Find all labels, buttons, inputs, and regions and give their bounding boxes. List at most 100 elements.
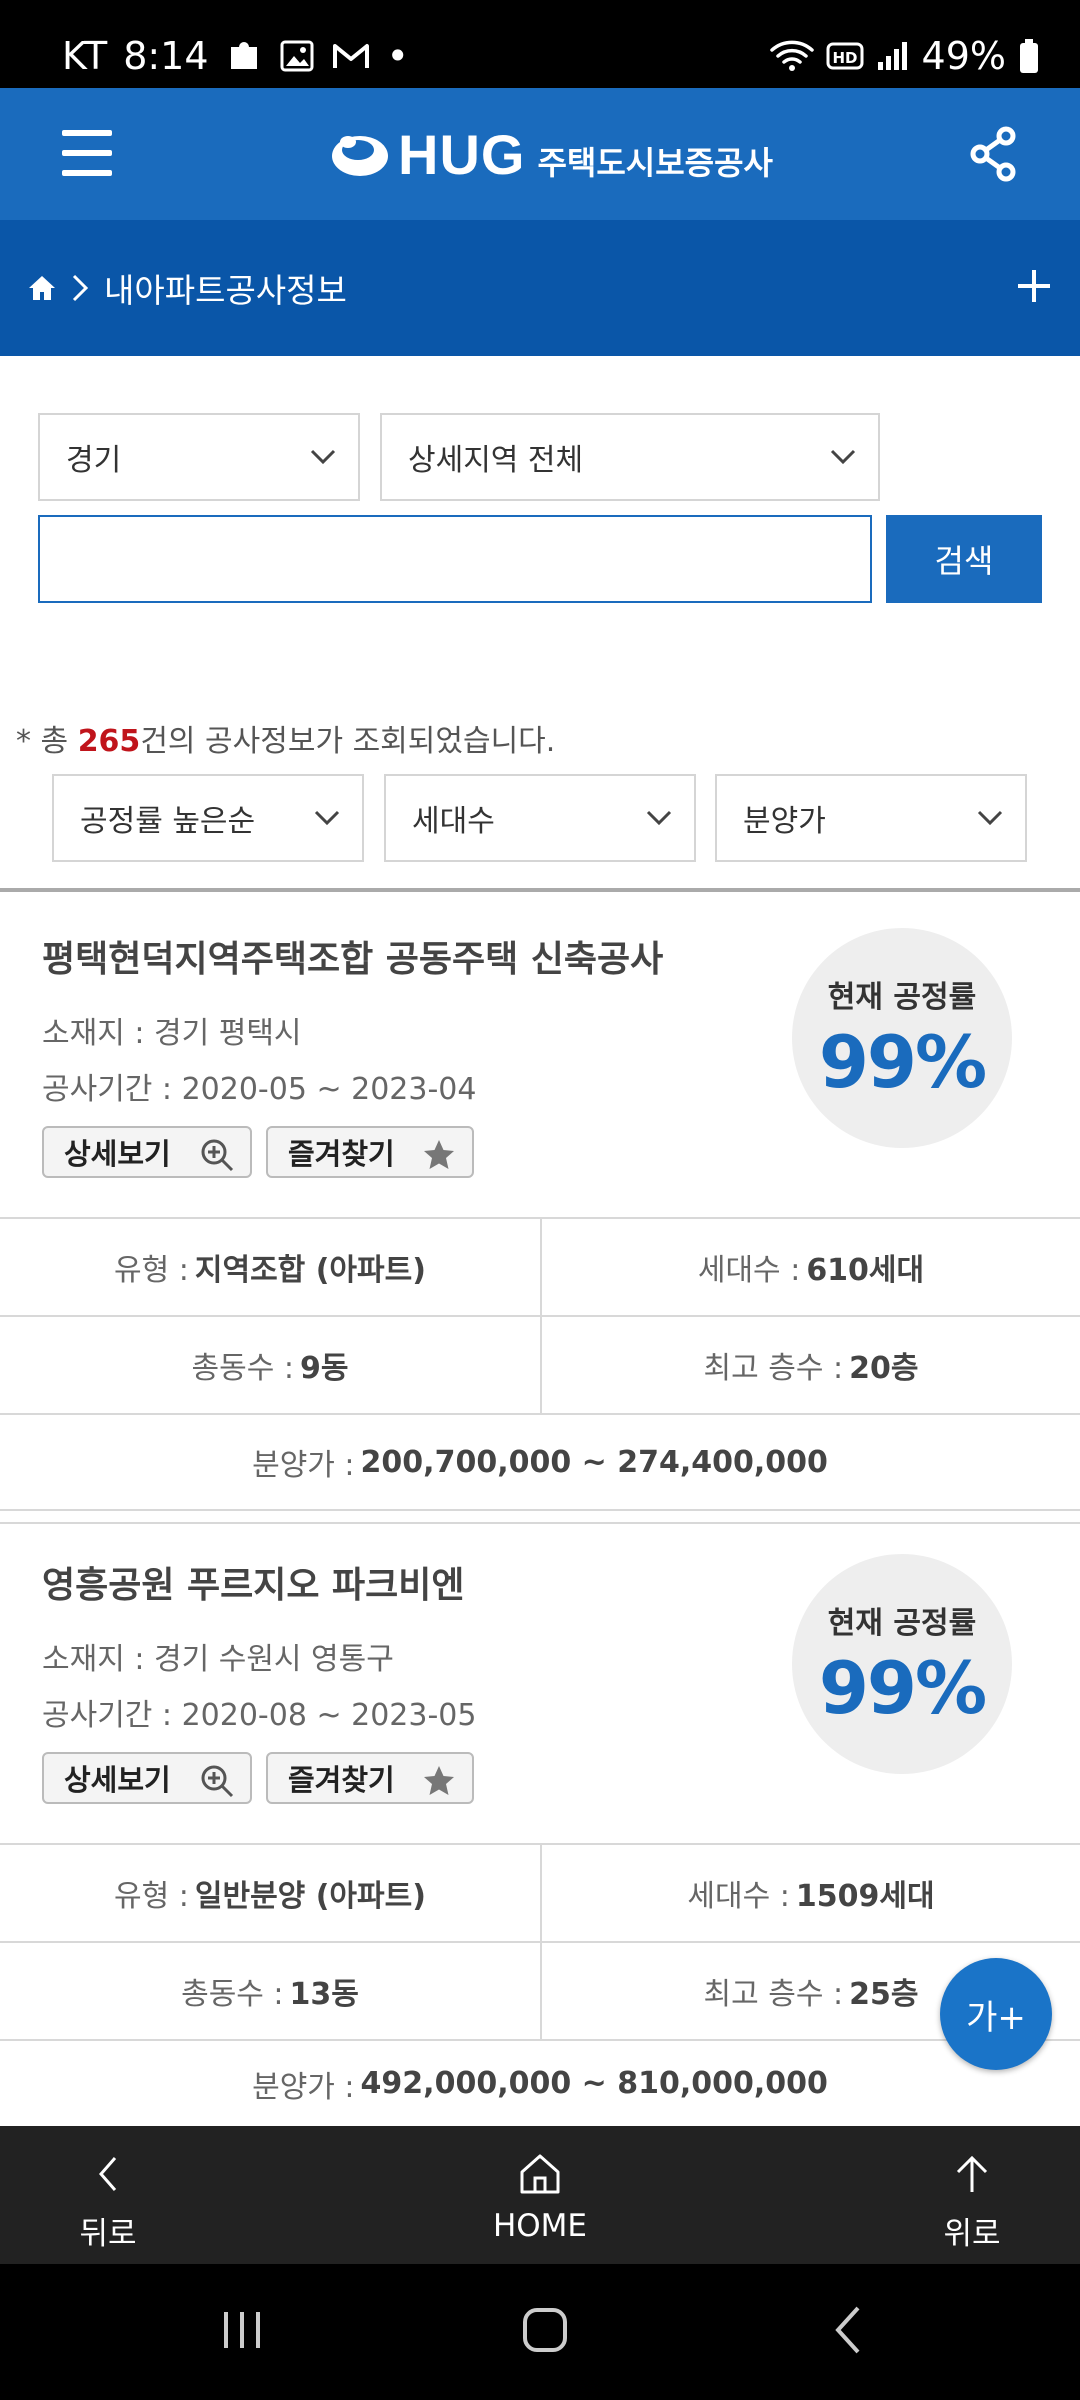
more-notifications-dot: • [386,34,409,78]
chevron-right-icon [72,274,89,302]
buildings-value: 9동 [299,1351,349,1386]
project-title[interactable]: 평택현덕지역주택조합 공동주택 신축공사 [42,930,663,982]
chevron-down-icon [310,449,336,465]
type-value: 지역조합 (아파트) [194,1253,426,1288]
hd-voice-icon: HD [826,41,864,71]
info-row: 유형 : 지역조합 (아파트) 세대수 :610세대 [0,1217,1080,1315]
breadcrumb: 내아파트공사정보 [0,220,1080,356]
price-cell: 분양가 :492,000,000 ~ 810,000,000 [0,2041,1080,2126]
households-cell: 세대수 :610세대 [542,1219,1080,1315]
floors-label: 최고 층수 : [703,1351,844,1386]
favorite-button[interactable]: 즐겨찾기 [266,1126,474,1178]
price-label: 분양가 : [252,1448,355,1483]
back-system-icon[interactable] [828,2304,868,2356]
floors-label: 최고 층수 : [703,1977,844,2012]
info-row: 분양가 :200,700,000 ~ 274,400,000 [0,1413,1080,1511]
home-system-icon[interactable] [520,2304,570,2356]
result-count-suffix: 건의 공사정보가 조회되었습니다. [140,724,556,759]
region-select[interactable]: 경기 [38,413,360,501]
households-filter-select[interactable]: 세대수 [384,774,696,862]
floors-cell: 최고 층수 :20층 [542,1317,1080,1413]
project-title[interactable]: 영흥공원 푸르지오 파크비엔 [42,1556,465,1608]
subregion-select[interactable]: 상세지역 전체 [380,413,880,501]
list-divider [0,888,1080,892]
progress-percent: 99% [818,1020,987,1104]
bottom-navigation: 뒤로 HOME 위로 [0,2126,1080,2264]
households-filter-value: 세대수 [412,804,495,839]
type-label: 유형 : [114,1253,189,1288]
info-row: 분양가 :492,000,000 ~ 810,000,000 [0,2039,1080,2126]
price-value: 492,000,000 ~ 810,000,000 [360,2066,828,2101]
project-location: 소재지 : 경기 수원시 영통구 [42,1642,394,1677]
share-icon [970,126,1016,182]
favorite-button[interactable]: 즐겨찾기 [266,1752,474,1804]
progress-gauge-label: 현재 공정률 [827,980,977,1015]
progress-percent: 99% [818,1646,987,1730]
floors-value: 20층 [849,1351,919,1386]
status-bar: KT 8:14 • HD 49% [0,0,1080,88]
home-nav-label: HOME [492,2208,588,2244]
menu-button[interactable] [62,128,114,178]
search-input[interactable] [38,515,872,603]
detail-button[interactable]: 상세보기 [42,1752,252,1804]
households-label: 세대수 : [697,1253,801,1288]
type-label: 유형 : [114,1879,189,1914]
back-nav-label: 뒤로 [79,2216,137,2252]
sort-order-value: 공정률 높은순 [80,804,256,839]
home-nav-button[interactable]: HOME [470,2126,610,2264]
price-cell: 분양가 :200,700,000 ~ 274,400,000 [0,1415,1080,1509]
battery-percent: 49% [921,34,1006,78]
arrow-up-icon [956,2155,988,2192]
price-filter-select[interactable]: 분양가 [715,774,1027,862]
breadcrumb-title: 내아파트공사정보 [104,271,347,310]
scroll-top-nav-label: 위로 [943,2216,1001,2252]
households-cell: 세대수 :1509세대 [542,1845,1080,1941]
buildings-cell: 총동수 :9동 [0,1317,540,1413]
scroll-top-nav-button[interactable]: 위로 [912,2126,1032,2264]
favorite-button-label: 즐겨찾기 [288,1137,395,1171]
result-count-number: 265 [77,724,141,759]
progress-gauge-label: 현재 공정률 [827,1606,977,1641]
sort-order-select[interactable]: 공정률 높은순 [52,774,364,862]
share-button[interactable] [968,126,1018,182]
expand-plus-icon[interactable] [1014,266,1054,306]
app-header: HUG 주택도시보증공사 [0,88,1080,220]
hug-logo[interactable]: HUG 주택도시보증공사 [328,118,773,190]
battery-icon [1018,38,1040,74]
info-row: 유형 : 일반분양 (아파트) 세대수 :1509세대 [0,1843,1080,1941]
result-count-text: * 총 265건의 공사정보가 조회되었습니다. [16,716,555,760]
project-period: 공사기간 : 2020-08 ~ 2023-05 [42,1698,477,1733]
font-size-increase-button[interactable]: 가+ [940,1958,1052,2070]
buildings-label: 총동수 : [191,1351,294,1386]
buildings-value: 13동 [289,1977,359,2012]
detail-button-label: 상세보기 [64,1137,171,1171]
households-value: 1509세대 [795,1879,935,1914]
progress-gauge: 현재 공정률 99% [792,1554,1012,1774]
type-value: 일반분양 (아파트) [194,1879,426,1914]
chevron-down-icon [646,810,672,826]
progress-gauge: 현재 공정률 99% [792,928,1012,1148]
project-location: 소재지 : 경기 평택시 [42,1016,302,1051]
households-label: 세대수 : [687,1879,790,1914]
recent-apps-icon[interactable] [220,2304,266,2356]
info-row: 총동수 :13동 최고 층수 :25층 [0,1941,1080,2039]
floors-value: 25층 [849,1977,919,2012]
home-icon[interactable] [26,272,58,304]
wifi-icon [769,38,814,74]
type-cell: 유형 : 일반분양 (아파트) [0,1845,540,1941]
price-filter-value: 분양가 [743,804,826,839]
home-outline-icon [520,2154,560,2194]
buildings-label: 총동수 : [181,1977,284,2012]
gallery-notification-icon [279,38,315,74]
search-button[interactable]: 검색 [886,515,1042,603]
info-row: 총동수 :9동 최고 층수 :20층 [0,1315,1080,1413]
hamburger-icon [62,130,112,136]
chevron-down-icon [977,810,1003,826]
type-cell: 유형 : 지역조합 (아파트) [0,1219,540,1315]
detail-button[interactable]: 상세보기 [42,1126,252,1178]
back-nav-button[interactable]: 뒤로 [48,2126,168,2264]
price-value: 200,700,000 ~ 274,400,000 [360,1444,828,1480]
star-icon [424,1140,454,1169]
price-label: 분양가 : [252,2069,355,2105]
chevron-down-icon [830,449,856,465]
